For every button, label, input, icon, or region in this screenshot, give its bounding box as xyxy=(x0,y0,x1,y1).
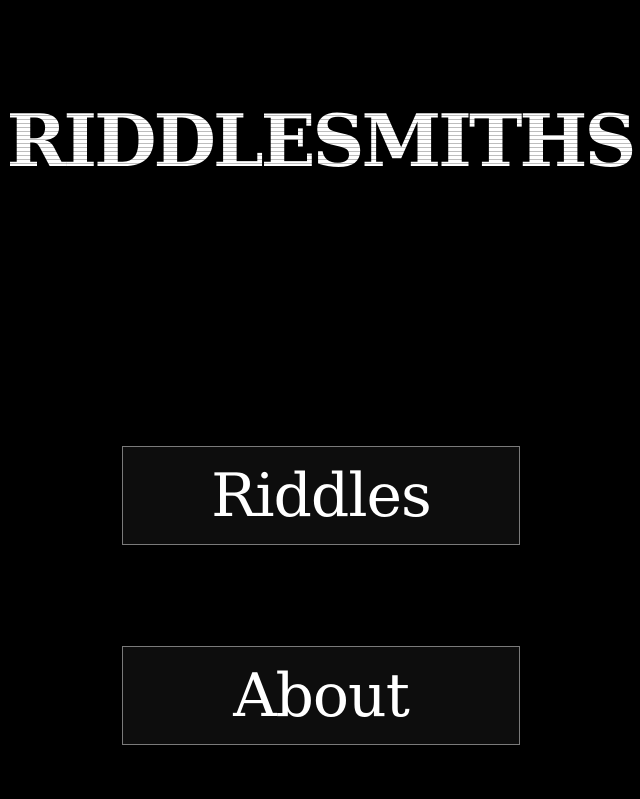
main-menu-screen: RIDDLESMITHS Riddles About xyxy=(0,0,640,799)
about-button[interactable]: About xyxy=(122,646,520,745)
riddles-button-label: Riddles xyxy=(211,460,432,531)
riddles-button[interactable]: Riddles xyxy=(122,446,520,545)
about-button-label: About xyxy=(233,660,410,731)
app-logo-title: RIDDLESMITHS xyxy=(0,96,640,186)
